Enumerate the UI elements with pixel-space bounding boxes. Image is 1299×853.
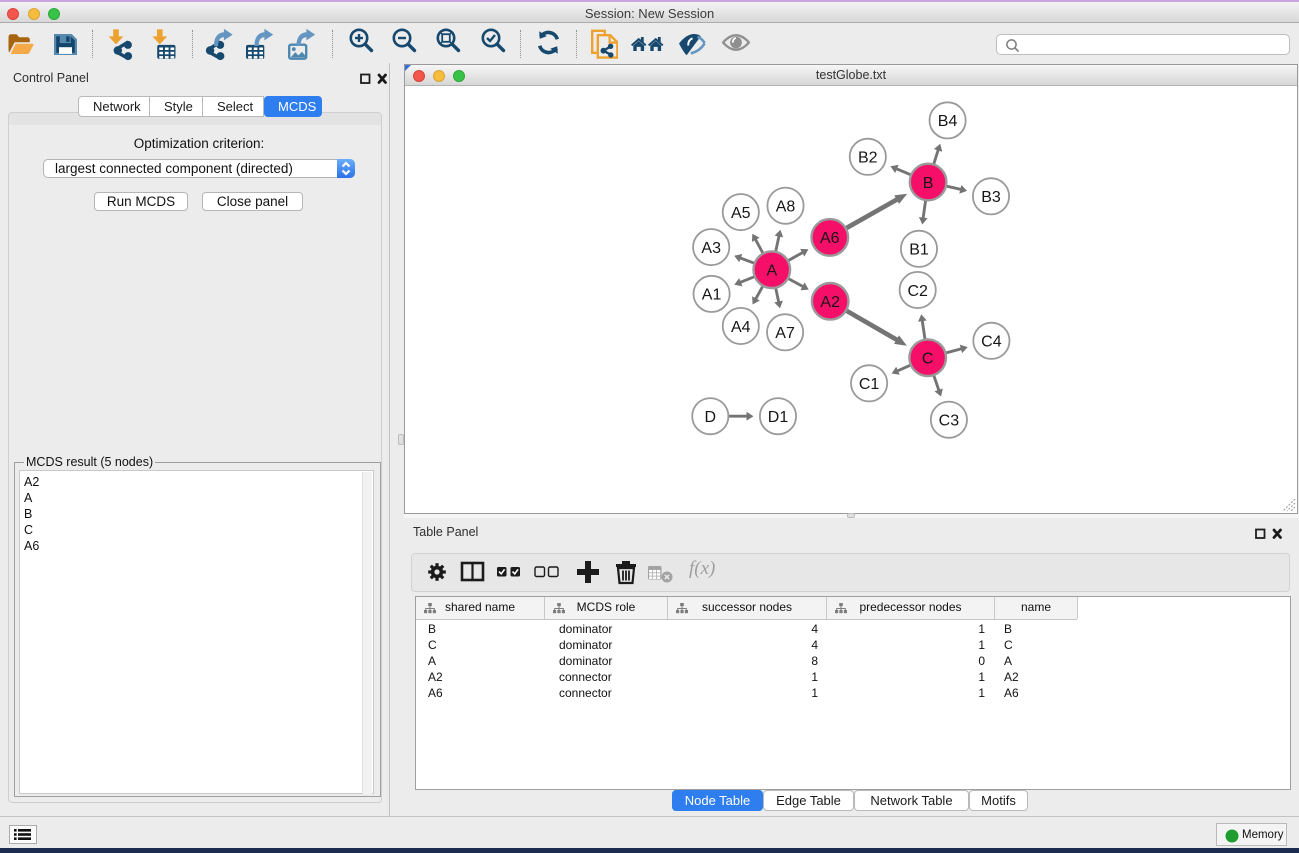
svg-text:A5: A5 xyxy=(731,205,751,222)
svg-text:A6: A6 xyxy=(820,230,840,247)
svg-text:A4: A4 xyxy=(731,319,751,336)
svg-text:B2: B2 xyxy=(858,150,878,167)
svg-text:B: B xyxy=(923,175,934,192)
svg-text:C2: C2 xyxy=(907,283,928,300)
svg-text:A2: A2 xyxy=(820,294,840,311)
svg-text:B1: B1 xyxy=(909,242,929,259)
svg-text:B3: B3 xyxy=(981,189,1001,206)
svg-text:A3: A3 xyxy=(701,240,721,257)
svg-text:D: D xyxy=(705,409,717,426)
svg-text:A8: A8 xyxy=(776,199,796,216)
svg-text:C1: C1 xyxy=(859,376,880,393)
svg-text:C: C xyxy=(922,351,934,368)
svg-text:A: A xyxy=(766,263,777,280)
svg-text:D1: D1 xyxy=(768,409,789,426)
svg-text:B4: B4 xyxy=(938,113,958,130)
svg-text:A1: A1 xyxy=(702,287,722,304)
svg-text:C3: C3 xyxy=(939,413,960,430)
svg-text:C4: C4 xyxy=(981,334,1002,351)
svg-text:A7: A7 xyxy=(775,325,795,342)
